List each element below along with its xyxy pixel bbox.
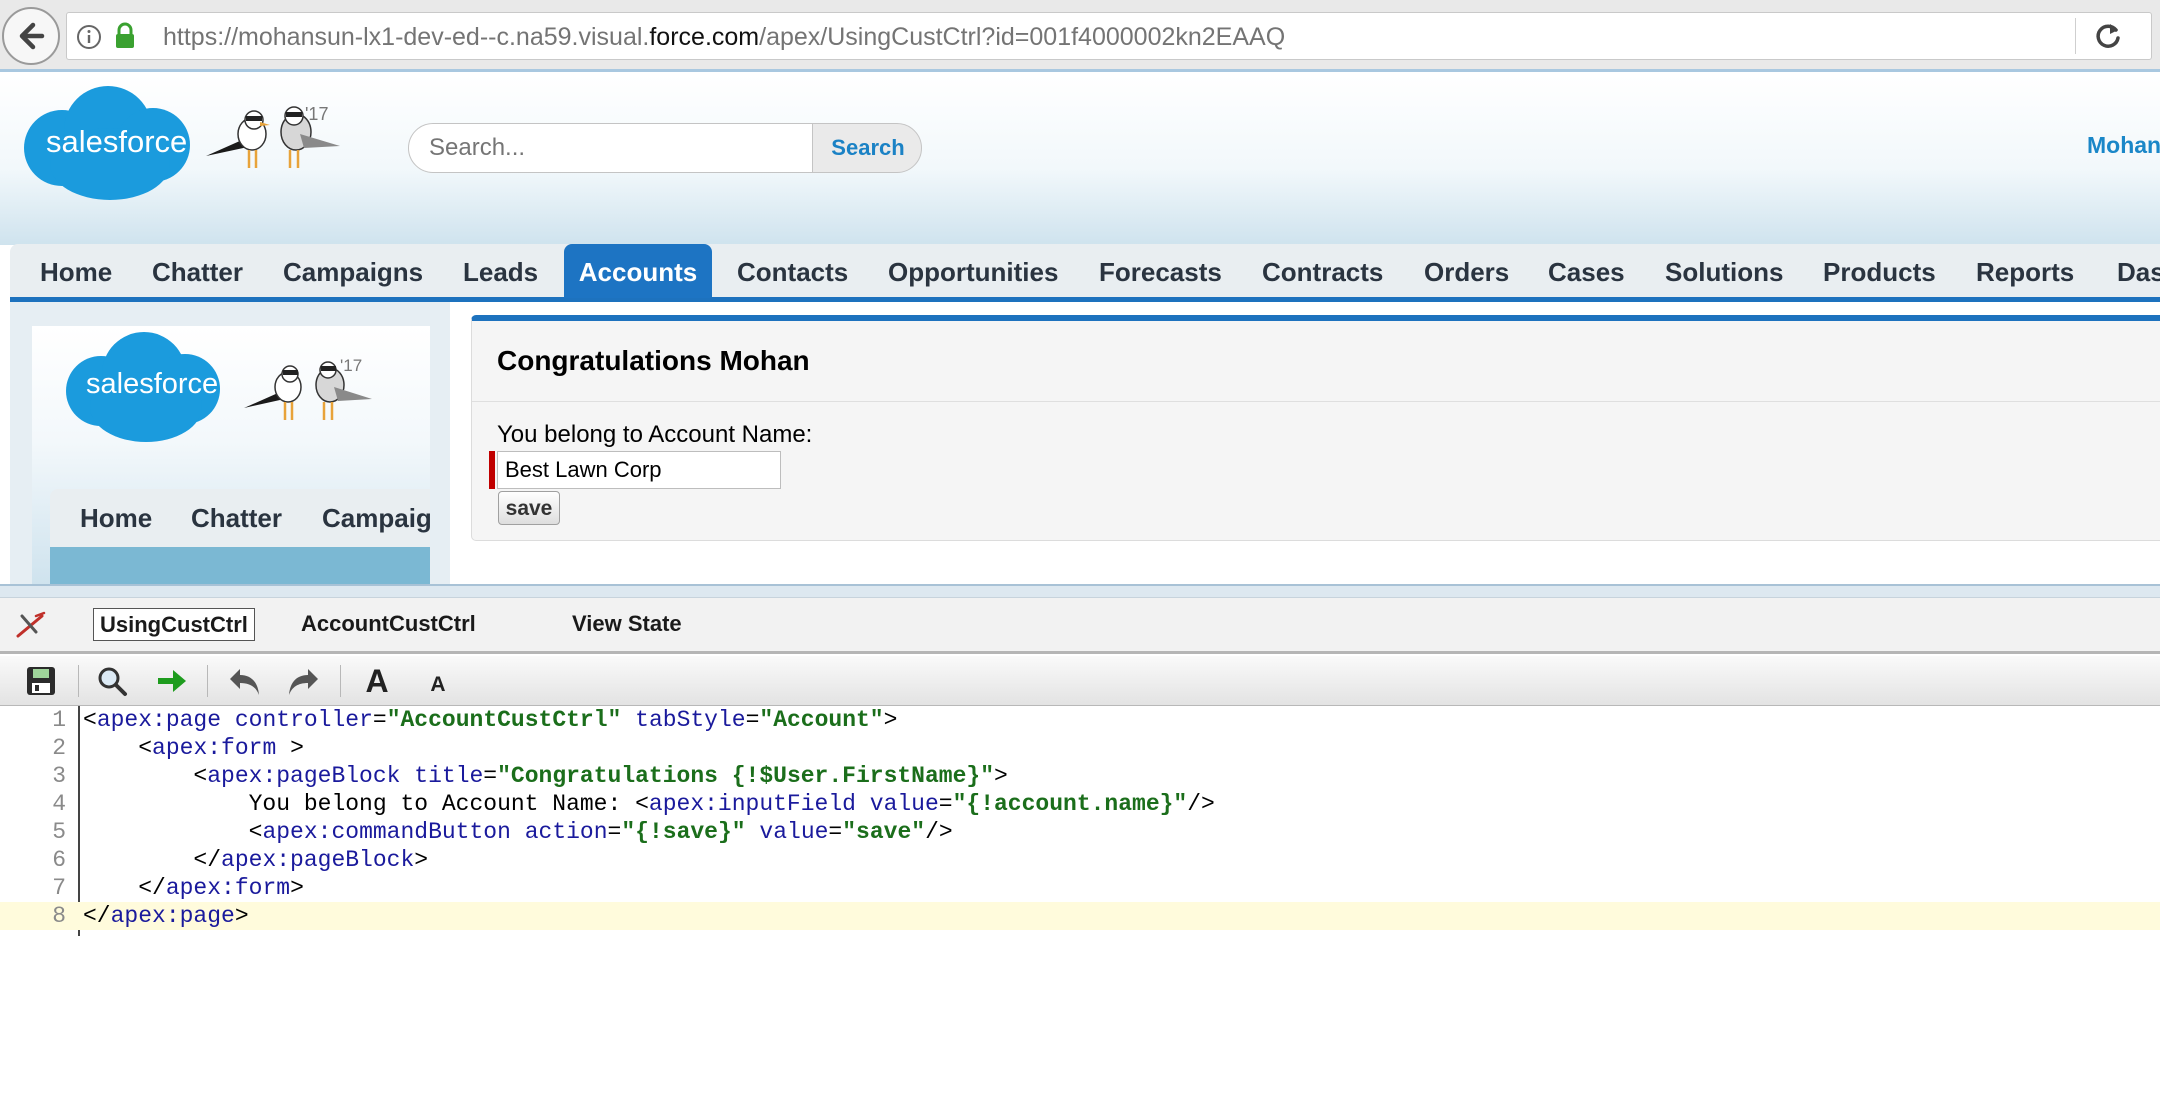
tab-products[interactable]: Products xyxy=(1823,244,1936,298)
account-name-label: You belong to Account Name: xyxy=(497,421,813,448)
inner-tab-strip xyxy=(50,547,430,584)
tab-chatter[interactable]: Chatter xyxy=(152,244,243,298)
global-search: Search xyxy=(408,123,922,173)
tab-accounts[interactable]: Accounts xyxy=(564,244,712,298)
inner-tab-bar: Home Chatter Campaig xyxy=(50,489,430,547)
search-button[interactable]: Search xyxy=(813,124,921,172)
lock-icon xyxy=(116,22,134,48)
main-tab-bar: Home Chatter Campaigns Leads Accounts Co… xyxy=(10,244,2160,302)
line-number: 2 xyxy=(52,735,66,761)
decrease-font-icon[interactable]: A xyxy=(418,665,458,705)
account-name-input[interactable] xyxy=(497,451,781,489)
dev-mode-tabs: UsingCustCtrl AccountCustCtrl View State xyxy=(0,598,2160,654)
tab-cases[interactable]: Cases xyxy=(1548,244,1625,298)
toolbar-separator xyxy=(78,665,79,697)
search-icon[interactable] xyxy=(92,661,132,701)
line-number: 5 xyxy=(52,819,66,845)
salesforce-logo[interactable]: salesforce xyxy=(24,86,190,200)
code-text[interactable]: You belong to Account Name: <apex:inputF… xyxy=(83,790,1215,818)
toolbar-separator xyxy=(340,665,341,697)
code-line[interactable]: 3 <apex:pageBlock title="Congratulations… xyxy=(0,762,2160,790)
release-badge: '17 xyxy=(305,104,329,124)
tab-home[interactable]: Home xyxy=(40,244,112,298)
tab-orders[interactable]: Orders xyxy=(1424,244,1509,298)
code-text[interactable]: </apex:page> xyxy=(83,902,249,930)
tab-contracts[interactable]: Contracts xyxy=(1262,244,1383,298)
code-text[interactable]: </apex:pageBlock> xyxy=(83,846,428,874)
logo-text: salesforce xyxy=(46,124,188,159)
code-line[interactable]: 1 <apex:page controller="AccountCustCtrl"… xyxy=(0,706,2160,734)
tab-contacts[interactable]: Contacts xyxy=(737,244,848,298)
page-block-divider xyxy=(472,401,2160,402)
code-line[interactable]: 5 <apex:commandButton action="{!save}" v… xyxy=(0,818,2160,846)
search-input[interactable] xyxy=(409,124,813,172)
url-divider xyxy=(2075,18,2076,54)
tab-reports[interactable]: Reports xyxy=(1976,244,2074,298)
toolbar-separator xyxy=(207,665,208,697)
redo-icon[interactable] xyxy=(283,661,323,701)
page-block-title: Congratulations Mohan xyxy=(497,345,810,376)
tab-forecasts[interactable]: Forecasts xyxy=(1099,244,1222,298)
back-arrow-icon xyxy=(19,22,45,50)
tab-solutions[interactable]: Solutions xyxy=(1665,244,1783,298)
dev-panel-resize-handle[interactable] xyxy=(0,584,2160,598)
save-icon[interactable] xyxy=(21,661,61,701)
tab-opportunities[interactable]: Opportunities xyxy=(888,244,1058,298)
info-icon[interactable] xyxy=(76,24,102,50)
release-badge: '17 xyxy=(340,356,363,375)
tab-campaigns[interactable]: Campaigns xyxy=(283,244,423,298)
inner-tab-chatter[interactable]: Chatter xyxy=(191,489,282,547)
undo-icon[interactable] xyxy=(225,661,265,701)
dev-tab-view-state[interactable]: View State xyxy=(572,611,682,637)
code-line[interactable]: 2 <apex:form > xyxy=(0,734,2160,762)
line-number: 7 xyxy=(52,875,66,901)
code-text[interactable]: <apex:pageBlock title="Congratulations {… xyxy=(83,762,1007,790)
code-line[interactable]: 7 </apex:form> xyxy=(0,874,2160,902)
tab-leads[interactable]: Leads xyxy=(463,244,538,298)
reload-icon[interactable] xyxy=(2094,22,2122,50)
editor-toolbar: A A xyxy=(0,656,2160,706)
line-number: 8 xyxy=(52,903,66,929)
line-number: 1 xyxy=(52,707,66,733)
code-editor[interactable]: 1 <apex:page controller="AccountCustCtrl"… xyxy=(0,706,2160,1100)
code-text[interactable]: <apex:form > xyxy=(83,734,304,762)
page-block: Congratulations Mohan You belong to Acco… xyxy=(471,315,2160,541)
inner-tab-home[interactable]: Home xyxy=(80,489,152,547)
url-text[interactable]: https://mohansun-lx1-dev-ed--c.na59.visu… xyxy=(163,23,1285,52)
line-number: 6 xyxy=(52,847,66,873)
code-text[interactable]: <apex:page controller="AccountCustCtrl" … xyxy=(83,706,897,734)
save-button[interactable]: save xyxy=(498,491,560,525)
code-line[interactable]: 4 You belong to Account Name: <apex:inpu… xyxy=(0,790,2160,818)
salesforce-logo-small: salesforce xyxy=(66,332,220,442)
close-dev-mode-icon[interactable] xyxy=(14,610,48,640)
code-text[interactable]: <apex:commandButton action="{!save}" val… xyxy=(83,818,953,846)
line-number: 4 xyxy=(52,791,66,817)
dev-tab-usingcustctrl[interactable]: UsingCustCtrl xyxy=(93,608,255,641)
embedded-frame: salesforce '17 Home Chatter Campaig xyxy=(32,326,430,584)
back-button[interactable] xyxy=(2,7,60,65)
tab-dashboards[interactable]: Das xyxy=(2117,244,2160,298)
code-line[interactable]: 8 </apex:page> xyxy=(0,902,2160,930)
user-menu[interactable]: Mohan xyxy=(2087,132,2160,159)
dev-tab-accountcustctrl[interactable]: AccountCustCtrl xyxy=(301,611,476,637)
logo-text: salesforce xyxy=(86,368,219,400)
code-line[interactable]: 6 </apex:pageBlock> xyxy=(0,846,2160,874)
increase-font-icon[interactable]: A xyxy=(357,661,397,701)
go-to-line-icon[interactable] xyxy=(152,661,192,701)
required-indicator xyxy=(489,451,495,489)
code-text[interactable]: </apex:form> xyxy=(83,874,304,902)
line-number: 3 xyxy=(52,763,66,789)
inner-tab-campaigns[interactable]: Campaig xyxy=(322,489,430,547)
